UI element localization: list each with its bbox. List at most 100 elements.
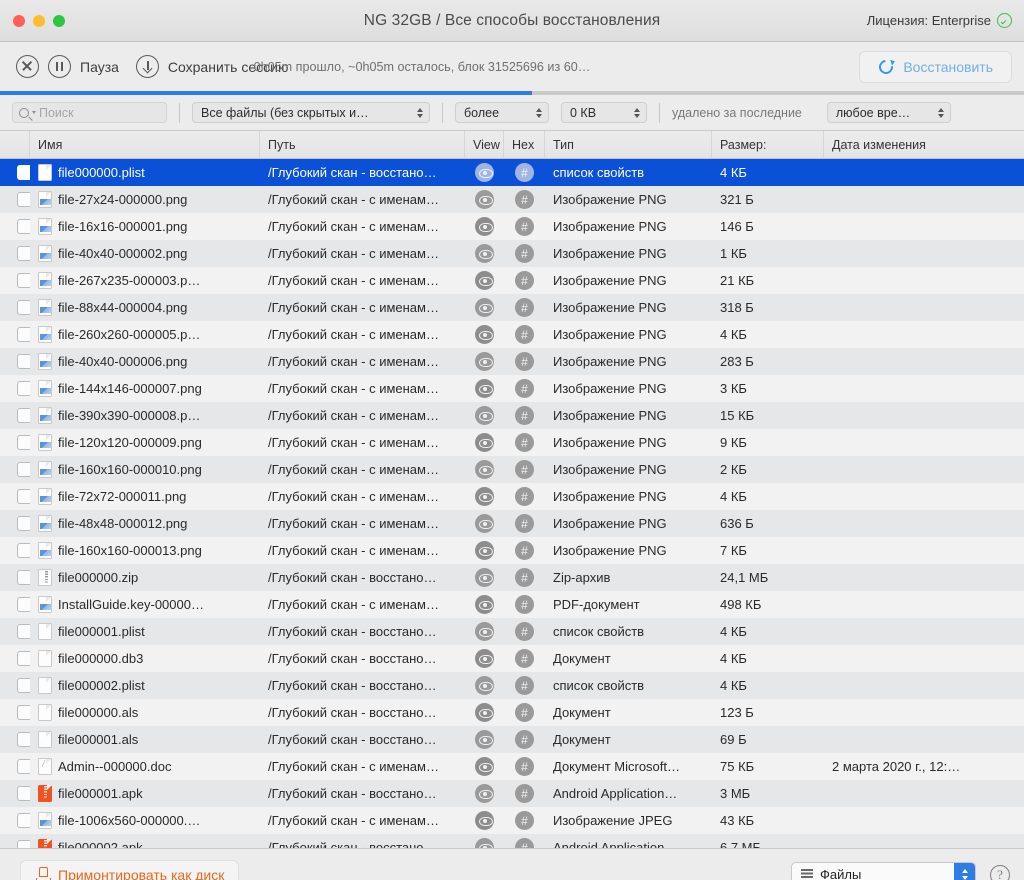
row-checkbox[interactable] — [17, 435, 30, 450]
row-checkbox-cell[interactable] — [0, 456, 30, 483]
table-row[interactable]: file-120x120-000009.png/Глубокий скан - … — [0, 429, 1024, 456]
cell-view[interactable] — [465, 213, 504, 240]
cell-hex[interactable]: # — [504, 375, 545, 402]
hash-icon[interactable]: # — [515, 325, 534, 344]
cell-view[interactable] — [465, 564, 504, 591]
compare-operator-select[interactable]: более — [455, 102, 549, 123]
column-header-view[interactable]: View — [465, 131, 504, 158]
hash-icon[interactable]: # — [515, 811, 534, 830]
cell-name[interactable]: file-260x260-000005.p… — [30, 321, 260, 348]
eye-icon[interactable] — [475, 703, 494, 722]
cell-name[interactable]: file-144x146-000007.png — [30, 375, 260, 402]
row-checkbox-cell[interactable] — [0, 699, 30, 726]
table-row[interactable]: file-144x146-000007.png/Глубокий скан - … — [0, 375, 1024, 402]
save-session-icon[interactable] — [135, 55, 159, 78]
row-checkbox[interactable] — [17, 732, 30, 747]
cell-name[interactable]: file000000.zip — [30, 564, 260, 591]
row-checkbox-cell[interactable] — [0, 348, 30, 375]
close-window-button[interactable] — [13, 14, 25, 27]
table-row[interactable]: file-88x44-000004.png/Глубокий скан - с … — [0, 294, 1024, 321]
chevron-down-icon[interactable] — [32, 111, 36, 114]
table-row[interactable]: file-27x24-000000.png/Глубокий скан - с … — [0, 186, 1024, 213]
cell-view[interactable] — [465, 699, 504, 726]
table-row[interactable]: InstallGuide.key-00000… /Глубокий скан - … — [0, 591, 1024, 618]
cell-view[interactable] — [465, 402, 504, 429]
cell-view[interactable] — [465, 753, 504, 780]
cell-hex[interactable]: # — [504, 159, 545, 186]
cell-view[interactable] — [465, 807, 504, 834]
view-mode-select[interactable]: Файлы — [791, 862, 976, 880]
hash-icon[interactable]: # — [515, 487, 534, 506]
eye-icon[interactable] — [475, 622, 494, 641]
row-checkbox[interactable] — [17, 543, 30, 558]
eye-icon[interactable] — [475, 406, 494, 425]
hash-icon[interactable]: # — [515, 379, 534, 398]
table-row[interactable]: file-260x260-000005.p… /Глубокий скан - с… — [0, 321, 1024, 348]
cell-view[interactable] — [465, 618, 504, 645]
table-row[interactable]: file-1006x560-000000.… /Глубокий скан - с… — [0, 807, 1024, 834]
cell-name[interactable]: file-120x120-000009.png — [30, 429, 260, 456]
cell-name[interactable]: file000000.als — [30, 699, 260, 726]
eye-icon[interactable] — [475, 649, 494, 668]
cell-view[interactable] — [465, 159, 504, 186]
row-checkbox[interactable] — [17, 813, 30, 828]
table-row[interactable]: file000001.als/Глубокий скан - восстано…… — [0, 726, 1024, 753]
eye-icon[interactable] — [475, 676, 494, 695]
hash-icon[interactable]: # — [515, 838, 534, 848]
row-checkbox[interactable] — [17, 219, 30, 234]
hash-icon[interactable]: # — [515, 298, 534, 317]
cell-hex[interactable]: # — [504, 429, 545, 456]
eye-icon[interactable] — [475, 730, 494, 749]
cell-view[interactable] — [465, 834, 504, 848]
cell-view[interactable] — [465, 645, 504, 672]
cell-hex[interactable]: # — [504, 348, 545, 375]
cell-view[interactable] — [465, 375, 504, 402]
cell-hex[interactable]: # — [504, 402, 545, 429]
cell-hex[interactable]: # — [504, 807, 545, 834]
restore-button[interactable]: Восстановить — [859, 50, 1012, 83]
hash-icon[interactable]: # — [515, 352, 534, 371]
eye-icon[interactable] — [475, 217, 494, 236]
license-status[interactable]: Лицензия: Enterprise — [867, 13, 1012, 28]
cell-view[interactable] — [465, 726, 504, 753]
pause-scan-icon[interactable] — [48, 55, 71, 78]
eye-icon[interactable] — [475, 514, 494, 533]
row-checkbox-cell[interactable] — [0, 375, 30, 402]
eye-icon[interactable] — [475, 568, 494, 587]
hash-icon[interactable]: # — [515, 406, 534, 425]
eye-icon[interactable] — [475, 784, 494, 803]
cell-view[interactable] — [465, 186, 504, 213]
cell-name[interactable]: file000000.plist — [30, 159, 260, 186]
hash-icon[interactable]: # — [515, 703, 534, 722]
cell-hex[interactable]: # — [504, 645, 545, 672]
cell-hex[interactable]: # — [504, 672, 545, 699]
table-row[interactable]: file000000.db3/Глубокий скан - восстано…… — [0, 645, 1024, 672]
hash-icon[interactable]: # — [515, 433, 534, 452]
row-checkbox-cell[interactable] — [0, 402, 30, 429]
hash-icon[interactable]: # — [515, 217, 534, 236]
row-checkbox[interactable] — [17, 300, 30, 315]
cell-hex[interactable]: # — [504, 456, 545, 483]
hash-icon[interactable]: # — [515, 622, 534, 641]
cell-name[interactable]: file-88x44-000004.png — [30, 294, 260, 321]
cell-hex[interactable]: # — [504, 186, 545, 213]
cell-name[interactable]: file-390x390-000008.p… — [30, 402, 260, 429]
row-checkbox[interactable] — [17, 678, 30, 693]
row-checkbox-cell[interactable] — [0, 753, 30, 780]
maximize-window-button[interactable] — [53, 14, 65, 27]
cell-name[interactable]: file-72x72-000011.png — [30, 483, 260, 510]
hash-icon[interactable]: # — [515, 730, 534, 749]
table-row[interactable]: file-267x235-000003.p… /Глубокий скан - с… — [0, 267, 1024, 294]
hash-icon[interactable]: # — [515, 514, 534, 533]
table-row[interactable]: file-40x40-000006.png/Глубокий скан - с … — [0, 348, 1024, 375]
table-row[interactable]: file-160x160-000013.png/Глубокий скан - … — [0, 537, 1024, 564]
hash-icon[interactable]: # — [515, 244, 534, 263]
eye-icon[interactable] — [475, 811, 494, 830]
row-checkbox[interactable] — [17, 327, 30, 342]
row-checkbox-cell[interactable] — [0, 240, 30, 267]
row-checkbox[interactable] — [17, 192, 30, 207]
cell-name[interactable]: file000000.db3 — [30, 645, 260, 672]
eye-icon[interactable] — [475, 352, 494, 371]
column-header-type[interactable]: Тип — [545, 131, 712, 158]
hash-icon[interactable]: # — [515, 190, 534, 209]
